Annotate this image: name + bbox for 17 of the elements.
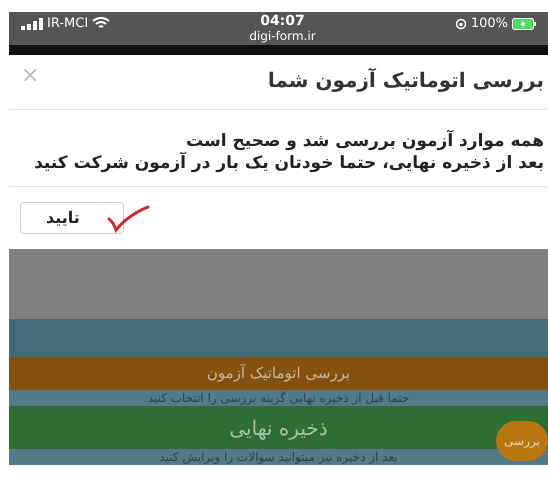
clock: 04:07 bbox=[260, 14, 305, 29]
page-url: digi-form.ir bbox=[249, 29, 316, 44]
carrier-name: IR-MCI bbox=[47, 15, 88, 33]
battery-percent: 100% bbox=[470, 15, 508, 33]
check-icon bbox=[106, 205, 150, 233]
dialog-message: همه موارد آزمون بررسی شد و صحیح است bbox=[185, 130, 544, 152]
close-button[interactable]: × bbox=[21, 65, 40, 87]
confirm-button[interactable]: تایید bbox=[20, 202, 124, 234]
save-hint: بعد از ذخیره نیز میتوانید سوالات را ویرایش کنید bbox=[9, 449, 548, 465]
review-hint: حتما قبل از ذخیره نهایی گزینه بررسی را انتخاب کنید bbox=[9, 390, 548, 406]
battery-icon bbox=[512, 18, 536, 30]
review-button[interactable]: بررسی اتوماتیک آزمون bbox=[9, 357, 548, 390]
dialog-message: بعد از ذخیره نهایی، حتما خودتان یک بار در آزمون شرکت کنید bbox=[33, 152, 544, 174]
signal-icon bbox=[21, 18, 43, 30]
wifi-icon bbox=[92, 17, 110, 30]
rotation-lock-icon bbox=[454, 18, 467, 30]
dialog-title: بررسی اتوماتیک آزمون شما bbox=[268, 67, 544, 94]
